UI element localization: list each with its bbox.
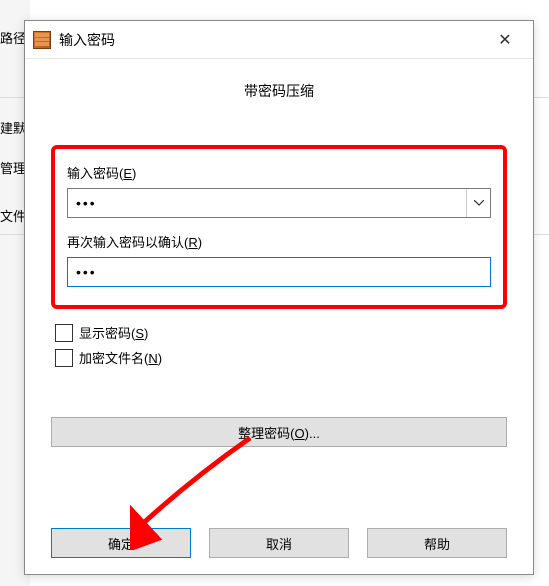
encrypt-filenames-row: 加密文件名(N) [55, 348, 507, 367]
dialog-content: 带密码压缩 输入密码(E) 再次输入密码以确认(R) 显示密码(S) [25, 59, 533, 465]
bg-sidebar-item: 管理 [0, 158, 26, 177]
confirm-password-label: 再次输入密码以确认(R) [67, 232, 491, 251]
dialog-title: 输入密码 [59, 30, 485, 50]
winrar-icon [33, 31, 51, 49]
password-input[interactable] [68, 189, 466, 217]
titlebar: 输入密码 ✕ [25, 21, 533, 59]
help-button[interactable]: 帮助 [367, 528, 507, 558]
show-password-label[interactable]: 显示密码(S) [79, 323, 148, 342]
bg-sidebar-item: 建默 [0, 118, 26, 137]
encrypt-filenames-label[interactable]: 加密文件名(N) [79, 348, 162, 367]
password-input-wrap [67, 188, 491, 218]
chevron-down-icon [474, 200, 484, 206]
organize-passwords-button[interactable]: 整理密码(O)... [51, 417, 507, 447]
bg-path-text: 路径 [0, 28, 26, 47]
confirm-password-input-wrap [67, 257, 491, 287]
close-button[interactable]: ✕ [485, 25, 525, 55]
bg-sidebar-item: 文件 [0, 206, 26, 225]
highlight-annotation: 输入密码(E) 再次输入密码以确认(R) [51, 145, 507, 309]
password-label: 输入密码(E) [67, 163, 491, 182]
show-password-checkbox[interactable] [55, 324, 73, 342]
dialog-footer: 确定 取消 帮助 [51, 528, 507, 558]
cancel-button[interactable]: 取消 [209, 528, 349, 558]
confirm-password-input[interactable] [68, 258, 490, 286]
encrypt-filenames-checkbox[interactable] [55, 349, 73, 367]
section-title: 带密码压缩 [51, 81, 507, 101]
password-history-dropdown[interactable] [466, 189, 490, 217]
close-icon: ✕ [498, 30, 511, 50]
ok-button[interactable]: 确定 [51, 528, 191, 558]
password-dialog: 输入密码 ✕ 带密码压缩 输入密码(E) 再次输入密码以确认(R) [24, 20, 534, 575]
show-password-row: 显示密码(S) [55, 323, 507, 342]
